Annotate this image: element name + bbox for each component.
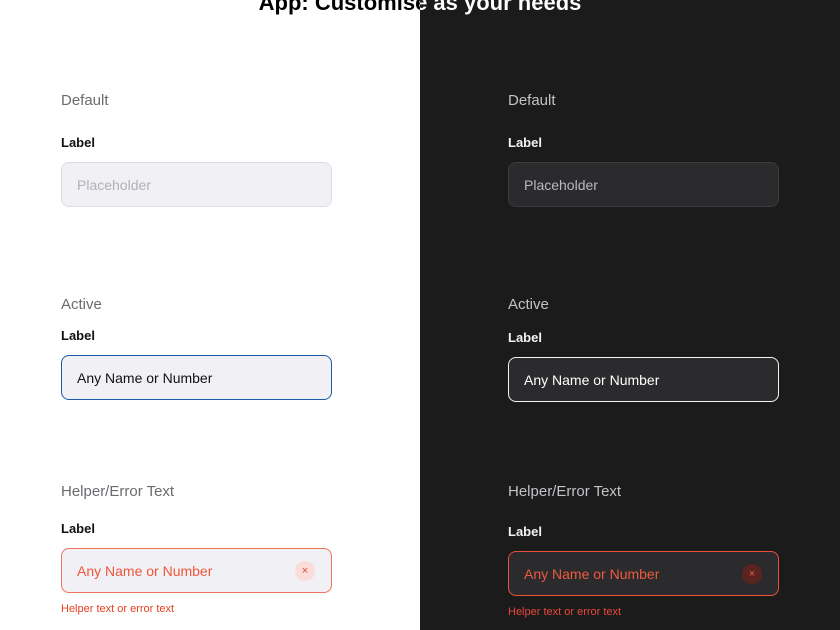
field-label: Label [61,328,95,343]
section-title-active: Active [508,296,549,313]
dark-theme-panel: Default Label Placeholder Active Label A… [420,0,840,630]
light-theme-panel: Default Label Placeholder Active Label A… [0,0,420,630]
section-title-default: Default [508,92,556,109]
default-input-field[interactable]: Placeholder [61,162,332,207]
error-input-field[interactable]: Any Name or Number × [508,551,779,596]
close-icon[interactable]: × [742,564,762,584]
helper-error-text: Helper text or error text [61,603,175,615]
field-label: Label [508,524,542,539]
field-label: Label [61,135,95,150]
section-title-active: Active [61,296,102,313]
section-title-helper-error: Helper/Error Text [508,483,622,500]
page-title: App: Customise as your needs [0,0,840,16]
input-value: Any Name or Number [524,565,660,582]
active-input-field[interactable]: Any Name or Number [508,357,779,402]
helper-error-text: Helper text or error text [508,606,622,618]
active-input-field[interactable]: Any Name or Number [61,355,332,400]
input-value: Any Name or Number [77,369,213,386]
field-label: Label [61,521,95,536]
field-label: Label [508,330,542,345]
section-title-helper-error: Helper/Error Text [61,483,175,500]
input-placeholder: Placeholder [524,176,598,193]
field-label: Label [508,135,542,150]
input-value: Any Name or Number [524,371,660,388]
input-value: Any Name or Number [77,562,213,579]
section-title-default: Default [61,92,109,109]
default-input-field[interactable]: Placeholder [508,162,779,207]
input-placeholder: Placeholder [77,176,151,193]
error-input-field[interactable]: Any Name or Number × [61,548,332,593]
close-icon[interactable]: × [295,561,315,581]
